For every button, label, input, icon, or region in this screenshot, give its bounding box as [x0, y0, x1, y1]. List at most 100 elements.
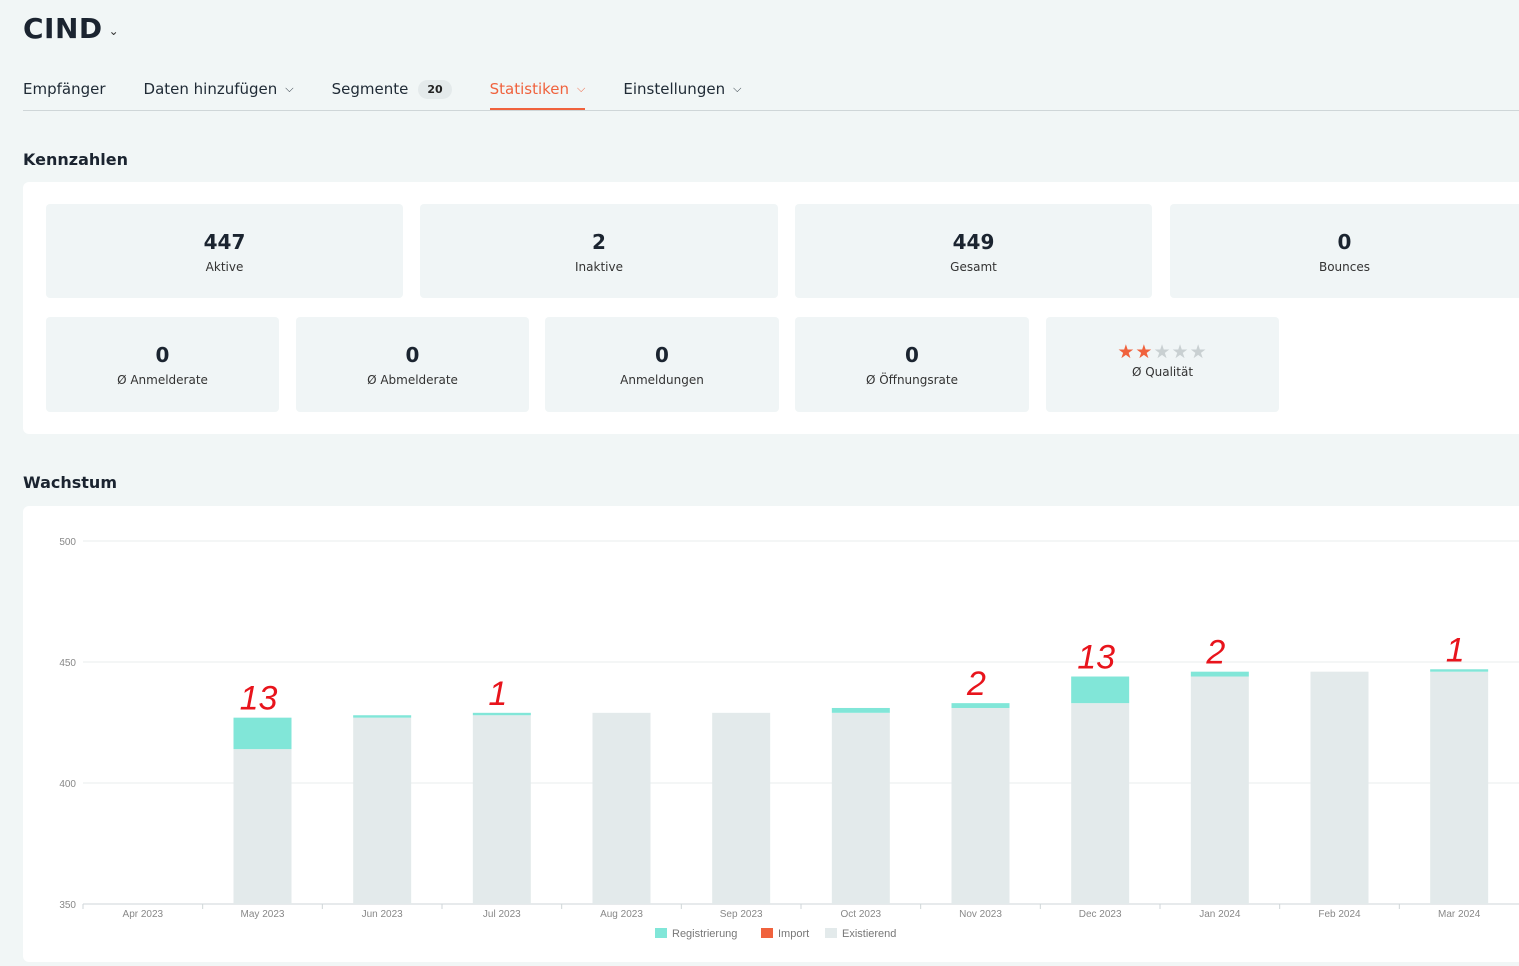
kpi-card-qualitaet: ★★★★★ Ø Qualität: [1046, 317, 1279, 412]
kpi-label: Anmeldungen: [620, 373, 704, 387]
y-tick-label: 350: [59, 900, 76, 911]
tab-label: Einstellungen: [623, 80, 726, 98]
annotation-label: 2: [1205, 634, 1225, 672]
x-tick-label: Apr 2023: [123, 909, 164, 920]
section-title-kennzahlen: Kennzahlen: [23, 150, 128, 169]
bar-registrierung: [1071, 676, 1130, 704]
legend-swatch: [825, 928, 837, 938]
star-empty-icon: ★: [1153, 341, 1172, 363]
kpi-panel: 447 Aktive 2 Inaktive 449 Gesamt 0 Bounc…: [23, 182, 1519, 434]
kpi-value: 0: [155, 343, 170, 367]
x-tick-label: Nov 2023: [959, 909, 1002, 920]
x-tick-label: Feb 2024: [1318, 909, 1361, 920]
kpi-label: Ø Anmelderate: [117, 373, 208, 387]
kpi-value: 2: [592, 230, 606, 254]
kpi-label: Ø Abmelderate: [367, 373, 458, 387]
chart-panel: 350 400 450 500 Apr 2023 May 2023 Jun 2023 Jul …: [23, 506, 1519, 962]
kpi-label: Bounces: [1318, 260, 1371, 274]
annotation-label: 13: [1077, 639, 1115, 677]
kpi-card-abmelderate: 0 Ø Abmelderate: [296, 317, 529, 412]
bar-registrierung: [1190, 671, 1249, 677]
bar-registrierung: [951, 703, 1010, 708]
tab-statistiken[interactable]: Statistiken ⌵: [489, 70, 586, 110]
legend-label: Existierend: [842, 928, 896, 940]
bar-existierend: [353, 717, 412, 904]
bar-existierend: [1310, 671, 1369, 904]
page-title: CIND: [23, 12, 103, 45]
kpi-card-anmelderate: 0 Ø Anmelderate: [46, 317, 279, 412]
x-tick-label: Jul 2023: [483, 909, 521, 920]
kpi-label: Inaktive: [575, 260, 623, 274]
kpi-card-inaktive: 2 Inaktive: [420, 204, 778, 298]
y-tick-label: 450: [59, 658, 76, 669]
bar-registrierung: [831, 707, 890, 713]
star-rating: ★★★★★: [1046, 341, 1279, 363]
x-tick-label: Mar 2024: [1438, 909, 1481, 920]
chevron-down-icon: ⌵: [285, 82, 294, 95]
bar-existierend: [1190, 676, 1249, 904]
tab-einstellungen[interactable]: Einstellungen ⌵: [623, 70, 741, 108]
x-tick-label: Sep 2023: [720, 909, 763, 920]
bar-existierend: [1071, 703, 1130, 904]
kpi-label: Aktive: [205, 260, 244, 274]
kpi-label: Ø Öffnungsrate: [865, 373, 959, 387]
kpi-card-anmeldungen: 0 Anmeldungen: [545, 317, 779, 412]
tab-label: Segmente: [331, 80, 409, 98]
x-tick-label: Jun 2023: [362, 909, 404, 920]
bar-existierend: [951, 707, 1010, 904]
count-badge: 20: [418, 79, 452, 99]
annotation-label: 1: [1446, 631, 1465, 669]
kpi-card-bounces: 0 Bounces: [1170, 204, 1519, 298]
star-empty-icon: ★: [1171, 341, 1190, 363]
kpi-card-oeffnungsrate: 0 Ø Öffnungsrate: [795, 317, 1029, 412]
chevron-down-icon: ⌵: [577, 82, 586, 95]
star-filled-icon: ★: [1135, 341, 1154, 363]
growth-chart: 350 400 450 500 Apr 2023 May 2023 Jun 2023 Jul …: [59, 537, 1519, 940]
legend-label: Registrierung: [672, 928, 737, 940]
app-title[interactable]: CIND ⌄: [23, 12, 119, 45]
bar-registrierung: [353, 715, 412, 718]
section-title-wachstum: Wachstum: [23, 473, 117, 492]
tab-empfaenger[interactable]: Empfänger: [23, 70, 106, 108]
tab-segmente[interactable]: Segmente 20: [332, 70, 452, 108]
legend-swatch: [655, 928, 667, 938]
tab-bar: Empfänger Daten hinzufügen ⌵ Segmente 20…: [23, 70, 1519, 111]
kpi-label: Ø Qualität: [1131, 365, 1194, 379]
legend-swatch: [761, 928, 773, 938]
star-filled-icon: ★: [1117, 341, 1136, 363]
kpi-value: 0: [405, 343, 420, 367]
bar-existierend: [712, 712, 771, 904]
bar-registrierung: [472, 712, 531, 716]
tab-label: Statistiken: [489, 80, 570, 98]
kpi-card-aktive: 447 Aktive: [46, 204, 403, 298]
x-tick-label: Aug 2023: [600, 909, 643, 920]
bar-registrierung: [233, 717, 292, 750]
y-tick-label: 500: [59, 537, 76, 548]
kpi-value: 449: [952, 230, 995, 254]
legend-label: Import: [778, 928, 809, 940]
annotation-label: 2: [966, 665, 986, 703]
bar-existierend: [592, 712, 651, 904]
tab-label: Empfänger: [23, 80, 106, 98]
kpi-value: 0: [905, 343, 919, 367]
x-tick-label: Dec 2023: [1079, 909, 1122, 920]
kpi-value: 0: [1337, 230, 1352, 254]
tab-daten-hinzufuegen[interactable]: Daten hinzufügen ⌵: [144, 70, 294, 108]
bar-existierend: [831, 712, 890, 904]
bar-registrierung: [1430, 669, 1489, 672]
chevron-down-icon[interactable]: ⌄: [109, 24, 119, 38]
y-tick-label: 400: [59, 779, 76, 790]
annotation-label: 13: [240, 680, 278, 718]
kpi-value: 0: [655, 343, 669, 367]
x-tick-label: Jan 2024: [1199, 909, 1241, 920]
tab-label: Daten hinzufügen: [143, 80, 278, 98]
kpi-value: 447: [203, 230, 246, 254]
annotation-label: 1: [488, 675, 507, 713]
chevron-down-icon: ⌵: [733, 82, 742, 95]
kpi-label: Gesamt: [950, 260, 997, 274]
kpi-card-gesamt: 449 Gesamt: [795, 204, 1152, 298]
bar-existierend: [472, 715, 531, 904]
bar-existierend: [1430, 671, 1489, 904]
bar-existierend: [233, 749, 292, 904]
x-tick-label: May 2023: [241, 909, 285, 920]
